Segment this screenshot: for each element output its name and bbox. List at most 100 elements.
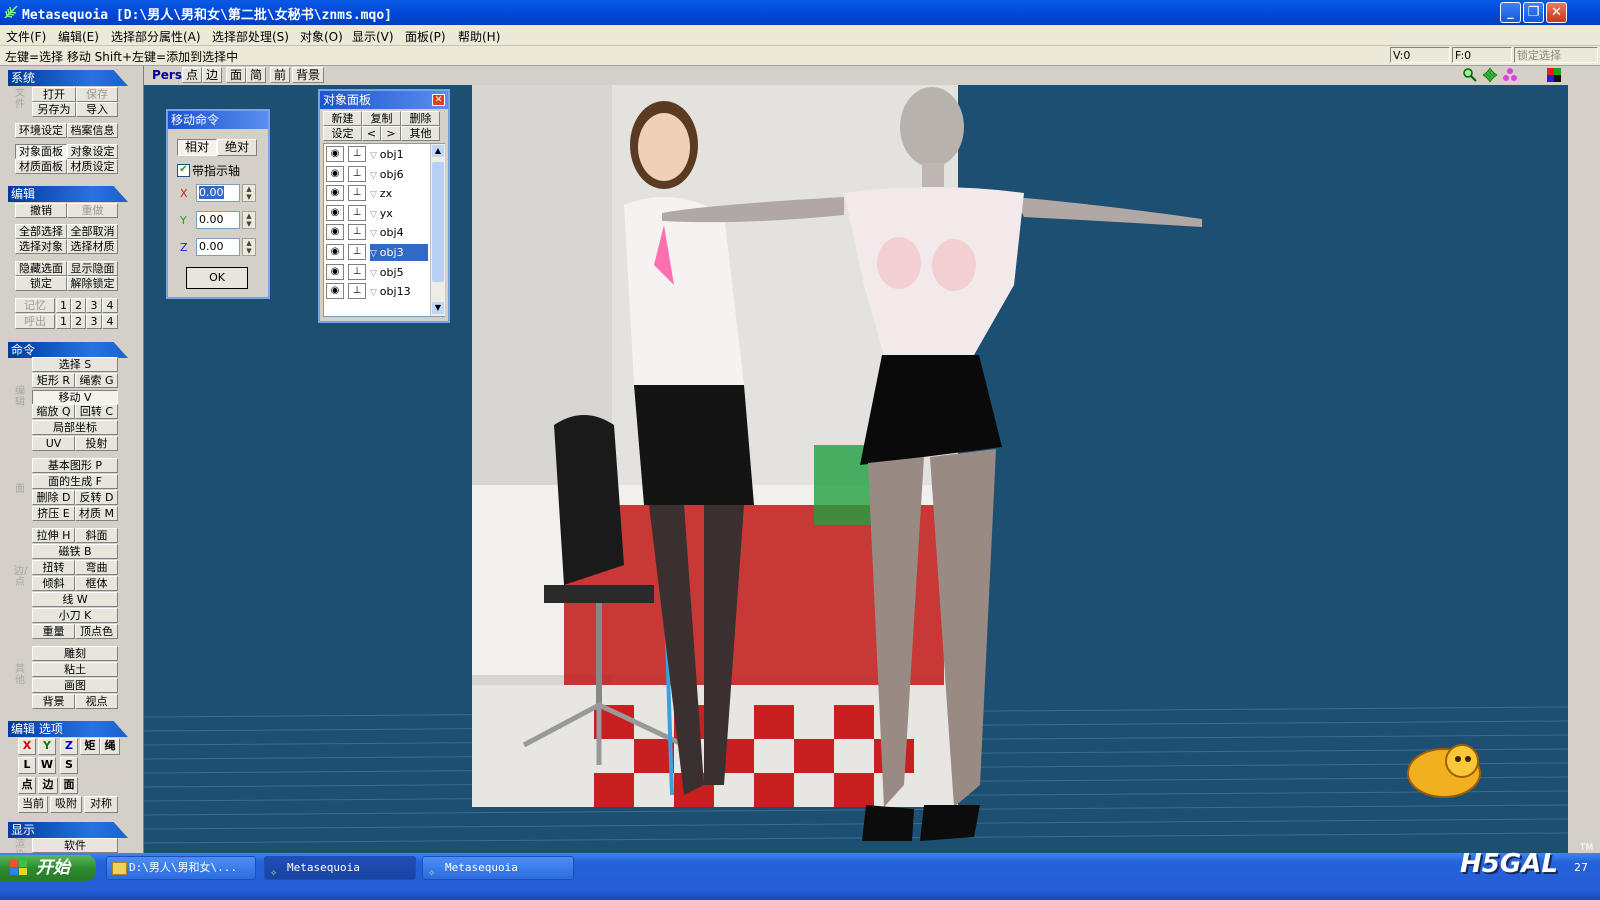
object-name-cell[interactable]: ▽ obj1 [370, 146, 428, 163]
y-spinner[interactable]: ▲ ▼ [242, 211, 256, 229]
start-button[interactable]: 开始 [0, 855, 96, 881]
material-tool-button[interactable]: 材质 M [75, 506, 118, 521]
menu-help[interactable]: 帮助(H) [458, 28, 500, 45]
object-row[interactable]: ◉ ⊥ ▽ obj3 [324, 243, 428, 262]
snap-button[interactable]: 吸附 [50, 796, 82, 813]
object-row[interactable]: ◉ ⊥ ▽ obj5 [324, 263, 428, 282]
recall-slot-2[interactable]: 2 [71, 314, 86, 329]
save-as-button[interactable]: 另存为 [32, 102, 76, 117]
select-tool-button[interactable]: 选择 S [32, 357, 118, 372]
menu-panel[interactable]: 面板(P) [405, 28, 446, 45]
symmetry-button[interactable]: 对称 [84, 796, 118, 813]
viewpoint-button[interactable]: 视点 [75, 694, 118, 709]
taskbar-metasequoia-item-2[interactable]: ✧ Metasequoia [422, 856, 574, 880]
object-row[interactable]: ◉ ⊥ ▽ obj4 [324, 223, 428, 242]
next-object-button[interactable]: > [381, 126, 401, 141]
visibility-eye-icon[interactable]: ◉ [326, 185, 344, 202]
object-name-cell[interactable]: ▽ obj4 [370, 224, 428, 241]
section-edit[interactable]: 编辑 [8, 186, 128, 202]
section-edit-options[interactable]: 编辑 选项 [8, 721, 128, 737]
close-button[interactable]: ✕ [1546, 2, 1567, 23]
software-render-button[interactable]: 软件 [32, 838, 118, 853]
scroll-thumb[interactable] [432, 162, 444, 282]
absolute-mode-button[interactable]: 绝对 [217, 139, 257, 156]
object-lock-icon[interactable]: ⊥ [348, 165, 366, 182]
redo-button[interactable]: 重做 [67, 203, 118, 218]
material-settings-button[interactable]: 材质设定 [67, 159, 118, 174]
taskbar-folder-item[interactable]: D:\男人\男和女\... [106, 856, 256, 880]
memory-slot-4[interactable]: 4 [102, 298, 118, 313]
section-display[interactable]: 显示 [8, 822, 128, 838]
visibility-eye-icon[interactable]: ◉ [326, 146, 344, 162]
face-mode-toggle[interactable]: 面 [60, 777, 78, 794]
delete-face-button[interactable]: 删除 D [32, 490, 75, 505]
screen-s-toggle[interactable]: S [60, 757, 78, 774]
line-tool-button[interactable]: 线 W [32, 592, 118, 607]
move-tool-button[interactable]: 移动 V [32, 390, 118, 405]
object-row[interactable]: ◉ ⊥ ▽ obj6 [324, 165, 428, 184]
axis-x-toggle[interactable]: X [18, 738, 36, 755]
object-panel-close-icon[interactable]: ✕ [432, 94, 445, 106]
knife-button[interactable]: 小刀 K [32, 608, 118, 623]
unlock-button[interactable]: 解除锁定 [67, 276, 118, 291]
visibility-eye-icon[interactable]: ◉ [326, 165, 344, 182]
object-row[interactable]: ◉ ⊥ ▽ zx [324, 184, 428, 203]
world-w-toggle[interactable]: W [38, 757, 56, 774]
object-lock-icon[interactable]: ⊥ [348, 283, 366, 300]
view-face-button[interactable]: 面 [226, 67, 246, 83]
point-mode-toggle[interactable]: 点 [18, 777, 36, 794]
axis-z-toggle[interactable]: Z [60, 738, 78, 755]
tilt-button[interactable]: 倾斜 [32, 576, 75, 591]
primitive-button[interactable]: 基本图形 P [32, 458, 118, 473]
view-background-button[interactable]: 背景 [292, 67, 324, 83]
sculpt-button[interactable]: 雕刻 [32, 646, 118, 661]
rotate-tool-button[interactable]: 回转 C [75, 404, 118, 419]
maximize-button[interactable]: ❐ [1523, 2, 1544, 23]
recall-slot-3[interactable]: 3 [86, 314, 102, 329]
clay-button[interactable]: 粘土 [32, 662, 118, 677]
object-name-cell[interactable]: ▽ obj13 [370, 283, 428, 300]
lock-selection-button[interactable]: 锁定选择 [1514, 47, 1598, 63]
object-panel-button[interactable]: 对象面板 [15, 144, 67, 159]
visibility-eye-icon[interactable]: ◉ [326, 263, 344, 280]
recall-slot-1[interactable]: 1 [56, 314, 71, 329]
y-value-input[interactable]: 0.00 [196, 211, 240, 229]
scroll-up-icon[interactable]: ▲ [432, 145, 444, 157]
menu-select-attr[interactable]: 选择部分属性(A) [111, 28, 201, 45]
flip-face-button[interactable]: 反转 D [75, 490, 118, 505]
local-coord-button[interactable]: 局部坐标 [32, 420, 118, 435]
menu-view[interactable]: 显示(V) [352, 28, 394, 45]
view-simple-button[interactable]: 简 [246, 67, 266, 83]
recall-slot-4[interactable]: 4 [102, 314, 118, 329]
environment-settings-button[interactable]: 环境设定 [15, 123, 67, 138]
select-object-button[interactable]: 选择对象 [15, 239, 67, 254]
ok-button[interactable]: OK [186, 267, 248, 289]
vertex-color-button[interactable]: 顶点色 [75, 624, 118, 639]
copy-object-button[interactable]: 复制 [362, 111, 401, 126]
save-button[interactable]: 保存 [76, 87, 118, 102]
bevel-button[interactable]: 斜面 [75, 528, 118, 543]
magnet-button[interactable]: 磁铁 B [32, 544, 118, 559]
new-object-button[interactable]: 新建 [323, 111, 362, 126]
extrude-button[interactable]: 挤压 E [32, 506, 75, 521]
view-mode-pers[interactable]: Pers [152, 68, 182, 82]
twist-button[interactable]: 扭转 [32, 560, 75, 575]
memory-button[interactable]: 记忆 [15, 298, 55, 313]
section-system[interactable]: 系统 [8, 70, 128, 86]
z-spinner[interactable]: ▲ ▼ [242, 238, 256, 256]
x-value-input[interactable]: 0.00 [196, 184, 240, 202]
memory-slot-1[interactable]: 1 [56, 298, 71, 313]
deselect-all-button[interactable]: 全部取消 [67, 224, 118, 239]
import-button[interactable]: 导入 [76, 102, 118, 117]
scale-tool-button[interactable]: 缩放 Q [32, 404, 75, 419]
object-lock-icon[interactable]: ⊥ [348, 204, 366, 221]
show-hidden-button[interactable]: 显示隐面 [67, 261, 118, 276]
material-panel-button[interactable]: 材质面板 [15, 159, 67, 174]
object-name-cell[interactable]: ▽ obj5 [370, 264, 428, 281]
title-bar[interactable]: Metasequoia [D:\男人\男和女\第二批\女秘书\znms.mqo]… [0, 0, 1600, 25]
rope-select-toggle[interactable]: 绳 [100, 738, 120, 755]
undo-button[interactable]: 撤销 [15, 203, 67, 218]
x-spinner[interactable]: ▲ ▼ [242, 184, 256, 202]
pan-icon[interactable] [1482, 67, 1498, 83]
open-button[interactable]: 打开 [32, 87, 76, 102]
